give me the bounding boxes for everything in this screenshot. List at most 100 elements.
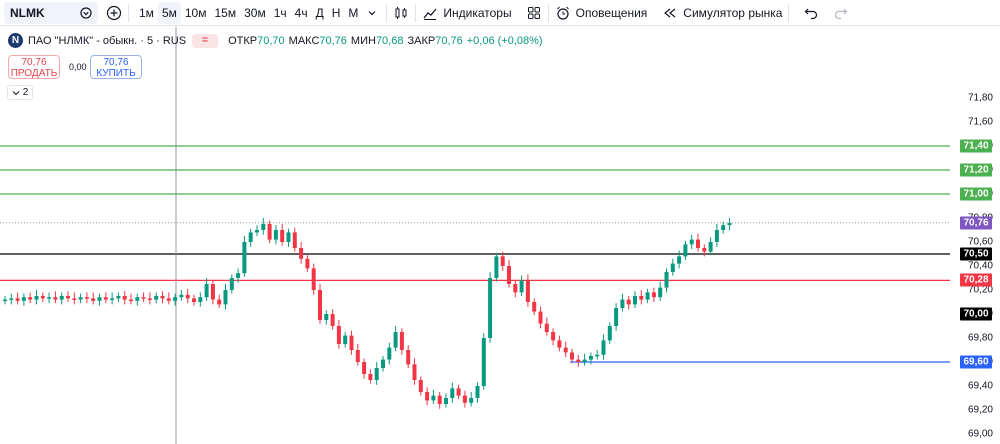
price-level-tag[interactable]: 70,76 — [960, 216, 992, 230]
interval-button-2[interactable]: 10м — [181, 2, 211, 24]
candle-body — [210, 284, 215, 300]
candle-body — [78, 297, 83, 300]
collapse-indicators-button[interactable]: 2 — [7, 85, 33, 100]
compare-symbol-button[interactable] — [106, 5, 122, 21]
interval-more-button[interactable] — [364, 5, 380, 21]
interval-button-3[interactable]: 15м — [210, 2, 240, 24]
candle-body — [696, 239, 700, 248]
chart-type-button[interactable] — [393, 5, 409, 21]
replay-button[interactable]: Симулятор рынка — [662, 5, 782, 21]
buy-button[interactable]: 70,76 КУПИТЬ — [90, 55, 142, 79]
toolbar-divider — [386, 3, 388, 22]
candle-body — [576, 359, 581, 362]
high-label: МАКС — [288, 34, 320, 47]
layouts-button[interactable] — [526, 5, 542, 21]
alerts-button[interactable]: Оповещения — [555, 5, 648, 21]
candle-body — [324, 314, 329, 320]
interval-button-8[interactable]: Н — [328, 2, 345, 24]
undo-button[interactable] — [803, 5, 819, 21]
interval-button-5[interactable]: 1ч — [270, 2, 291, 24]
alarm-clock-icon — [556, 6, 569, 20]
low-label: МИН — [350, 34, 376, 47]
sell-price: 70,76 — [21, 57, 47, 68]
open-label: ОТКР — [228, 34, 258, 47]
alerts-label: Оповещения — [575, 5, 648, 20]
price-level-tag[interactable]: 70,28 — [960, 273, 992, 287]
candle-body — [582, 359, 587, 362]
candle-body — [570, 352, 574, 360]
symbol-title[interactable]: ПАО "НЛМК" - обыкн. · 5 · RUS — [28, 35, 186, 47]
candle-body — [727, 222, 732, 226]
candle-body — [557, 340, 562, 348]
interval-button-9[interactable]: М — [344, 2, 362, 24]
candle-body — [437, 395, 442, 404]
candle-body — [40, 296, 45, 299]
price-level-tag[interactable]: 71,40 — [960, 139, 992, 153]
candle-body — [166, 298, 171, 301]
candle-body — [374, 368, 379, 380]
candle-body — [103, 297, 108, 300]
price-level-tag[interactable]: 71,20 — [960, 163, 992, 177]
price-scale-label: 69,80 — [967, 332, 993, 344]
replay-label: Симулятор рынка — [683, 5, 783, 20]
price-scale-label: 71,80 — [967, 92, 993, 104]
symbol-search-input[interactable]: NLMK — [4, 1, 98, 24]
redo-icon — [835, 8, 848, 19]
candle-body — [236, 273, 241, 278]
price-scale-label: 70,60 — [967, 236, 993, 248]
candle-body — [626, 299, 631, 305]
candle-body — [343, 335, 348, 344]
market-status-badge[interactable]: = — [192, 33, 219, 48]
candle-body — [349, 335, 354, 350]
price-level-tag[interactable]: 70,50 — [960, 247, 992, 261]
candle-body — [481, 338, 486, 386]
candle-body — [633, 296, 637, 305]
price-level-tag[interactable]: 69,60 — [960, 355, 992, 369]
candle-body — [116, 296, 121, 299]
price-level-tag[interactable]: 71,00 — [960, 187, 992, 201]
candle-body — [494, 256, 499, 278]
interval-button-0[interactable]: 1м — [135, 2, 158, 24]
symbol-text: NLMK — [10, 5, 45, 20]
interval-button-1[interactable]: 5м — [157, 1, 181, 24]
interval-button-7[interactable]: Д — [312, 2, 328, 24]
change-value: +0,06 (+0,08%) — [466, 34, 543, 47]
watchlist-add-icon[interactable] — [79, 6, 93, 20]
candle-body — [431, 395, 436, 401]
candle-body — [563, 347, 568, 353]
chevron-down-icon — [12, 90, 20, 95]
candle-body — [47, 297, 52, 299]
candle-body — [412, 364, 417, 380]
candle-body — [97, 297, 102, 301]
sell-button[interactable]: 70,76 ПРОДАТЬ — [8, 55, 60, 79]
candle-body — [500, 256, 505, 266]
toolbar-divider — [547, 3, 549, 22]
price-chart[interactable] — [0, 27, 1000, 444]
candle-body — [651, 292, 656, 298]
candle-body — [456, 388, 461, 396]
redo-button[interactable] — [833, 5, 849, 21]
candle-body — [601, 340, 606, 355]
price-level-tag[interactable]: 70,00 — [960, 307, 992, 321]
rewind-icon — [664, 8, 676, 17]
candle-body — [185, 294, 190, 299]
indicators-icon — [423, 8, 437, 20]
sell-label: ПРОДАТЬ — [10, 68, 58, 79]
candle-body — [217, 299, 222, 305]
candle-body — [173, 297, 178, 301]
candle-body — [525, 280, 530, 302]
indicators-button[interactable]: Индикаторы — [422, 5, 512, 21]
candle-body — [362, 362, 367, 374]
candle-body — [399, 332, 404, 350]
toolbar-divider — [128, 3, 129, 22]
candle-body — [714, 230, 719, 242]
candle-body — [28, 297, 33, 300]
indicator-count: 2 — [22, 87, 29, 98]
candle-body — [179, 294, 184, 298]
interval-button-6[interactable]: 4ч — [291, 2, 312, 24]
buy-label: КУПИТЬ — [96, 68, 136, 79]
candle-body — [381, 359, 385, 368]
candle-body — [160, 296, 165, 299]
interval-button-4[interactable]: 30м — [240, 2, 270, 24]
candle-body — [544, 323, 549, 332]
